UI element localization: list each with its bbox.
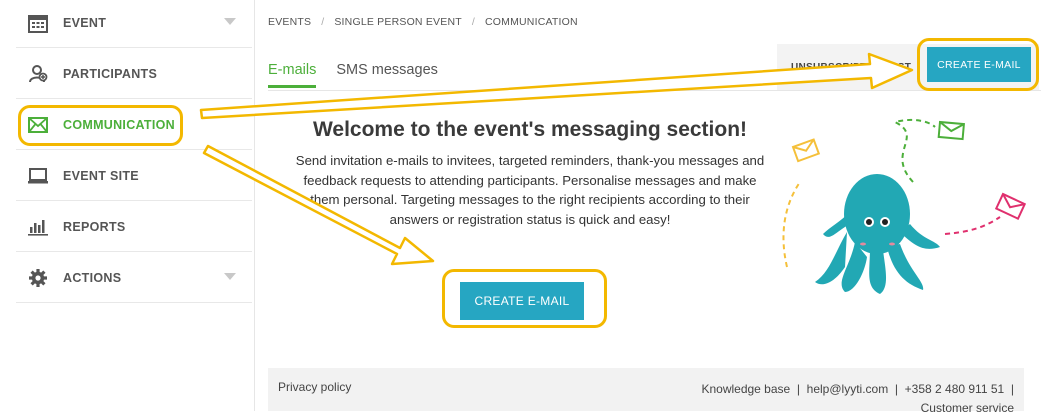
tab-emails[interactable]: E-mails xyxy=(268,62,317,88)
privacy-policy-link[interactable]: Privacy policy xyxy=(278,380,351,394)
footer-links: Knowledge base | help@lyyti.com | +358 2… xyxy=(701,382,1014,415)
tab-sms-messages[interactable]: SMS messages xyxy=(336,62,438,88)
participants-icon xyxy=(26,62,50,86)
customer-service-link[interactable]: Customer service xyxy=(921,401,1014,415)
footer: Privacy policy Knowledge base | help@lyy… xyxy=(268,368,1024,415)
envelope-pink-icon xyxy=(994,192,1027,220)
help-email-link[interactable]: help@lyyti.com xyxy=(807,382,889,396)
phone-number: +358 2 480 911 51 xyxy=(904,382,1005,396)
main-content: EVENTS / SINGLE PERSON EVENT / COMMUNICA… xyxy=(255,0,1041,415)
sidebar-item-communication[interactable]: COMMUNICATION xyxy=(16,100,252,150)
sidebar-item-actions[interactable]: ACTIONS xyxy=(16,253,252,303)
create-email-button-main[interactable]: CREATE E-MAIL xyxy=(460,282,584,320)
sidebar-item-label: ACTIONS xyxy=(63,270,122,285)
welcome-description: Send invitation e-mails to invitees, tar… xyxy=(295,153,765,227)
knowledge-base-link[interactable]: Knowledge base xyxy=(701,382,790,396)
envelope-yellow-icon xyxy=(791,138,821,163)
breadcrumb-separator: / xyxy=(321,16,325,28)
gear-icon xyxy=(26,266,50,290)
sidebar-item-label: REPORTS xyxy=(63,219,126,234)
calendar-icon xyxy=(26,11,50,35)
tab-bar: E-mails SMS messages xyxy=(268,62,438,88)
sidebar-item-event[interactable]: EVENT xyxy=(16,0,252,48)
breadcrumb-item-event[interactable]: SINGLE PERSON EVENT xyxy=(334,16,462,28)
breadcrumb-item-current: COMMUNICATION xyxy=(484,16,578,28)
breadcrumb: EVENTS / SINGLE PERSON EVENT / COMMUNICA… xyxy=(268,16,578,28)
envelope-icon xyxy=(26,113,50,137)
sidebar-item-label: EVENT SITE xyxy=(63,168,139,183)
sidebar: EVENT PARTICIPANTS COMMUNICATION EVENT S… xyxy=(0,0,255,411)
welcome-title: Welcome to the event's messaging section… xyxy=(312,118,748,141)
breadcrumb-separator: / xyxy=(471,16,475,28)
sidebar-item-event-site[interactable]: EVENT SITE xyxy=(16,151,252,201)
breadcrumb-item-events[interactable]: EVENTS xyxy=(268,16,311,28)
chevron-down-icon[interactable] xyxy=(224,273,236,280)
bar-chart-icon xyxy=(26,215,50,239)
sidebar-item-reports[interactable]: REPORTS xyxy=(16,202,252,252)
create-email-button-top[interactable]: CREATE E-MAIL xyxy=(927,47,1031,82)
sidebar-item-label: COMMUNICATION xyxy=(63,117,175,132)
sidebar-item-participants[interactable]: PARTICIPANTS xyxy=(16,49,252,99)
divider xyxy=(268,90,1041,91)
sidebar-item-label: EVENT xyxy=(63,15,107,30)
sidebar-item-label: PARTICIPANTS xyxy=(63,66,158,81)
octopus-mascot-illustration xyxy=(782,118,1027,294)
envelope-green-icon xyxy=(937,120,965,141)
laptop-icon xyxy=(26,164,50,188)
chevron-down-icon[interactable] xyxy=(224,18,236,25)
